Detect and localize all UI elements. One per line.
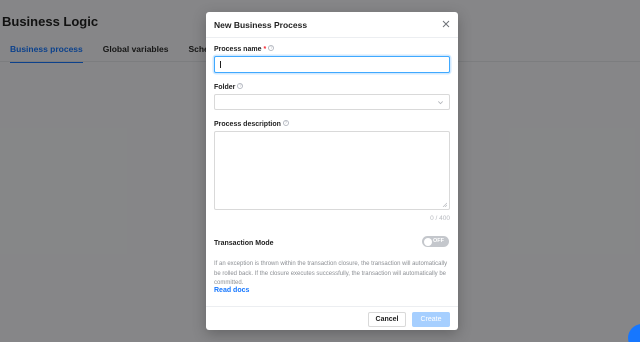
help-icon[interactable] [237,83,244,89]
dialog-header: New Business Process [206,12,458,38]
transaction-mode-label: Transaction Mode [214,240,274,247]
dialog-footer: Cancel Create [206,306,458,330]
transaction-mode-toggle[interactable]: OFF [422,236,449,247]
process-description-textarea[interactable] [214,131,450,210]
chevron-down-icon [438,101,443,105]
required-mark: * [263,46,267,53]
process-description-label: Process description [214,120,289,128]
character-counter: 0 / 400 [430,215,450,222]
process-description-label-text: Process description [214,121,281,128]
cancel-button[interactable]: Cancel [368,312,406,327]
toggle-state-text: OFF [433,238,444,244]
help-icon[interactable] [282,120,289,126]
help-icon[interactable] [268,45,275,51]
read-docs-link[interactable]: Read docs [214,287,249,294]
transaction-help-text: If an exception is thrown within the tra… [214,261,448,286]
folder-select[interactable] [214,94,450,110]
dialog-title: New Business Process [214,20,308,30]
process-name-input[interactable] [214,56,450,73]
process-name-label-text: Process name [214,46,262,53]
close-icon[interactable] [440,18,452,30]
toggle-knob [423,237,432,246]
resize-handle-icon[interactable] [442,202,447,207]
create-button[interactable]: Create [412,312,450,327]
text-caret [220,61,221,68]
folder-label: Folder [214,83,244,91]
new-business-process-dialog: New Business Process Process name* Folde… [206,12,458,330]
folder-label-text: Folder [214,84,236,91]
process-name-label: Process name * [214,45,275,53]
